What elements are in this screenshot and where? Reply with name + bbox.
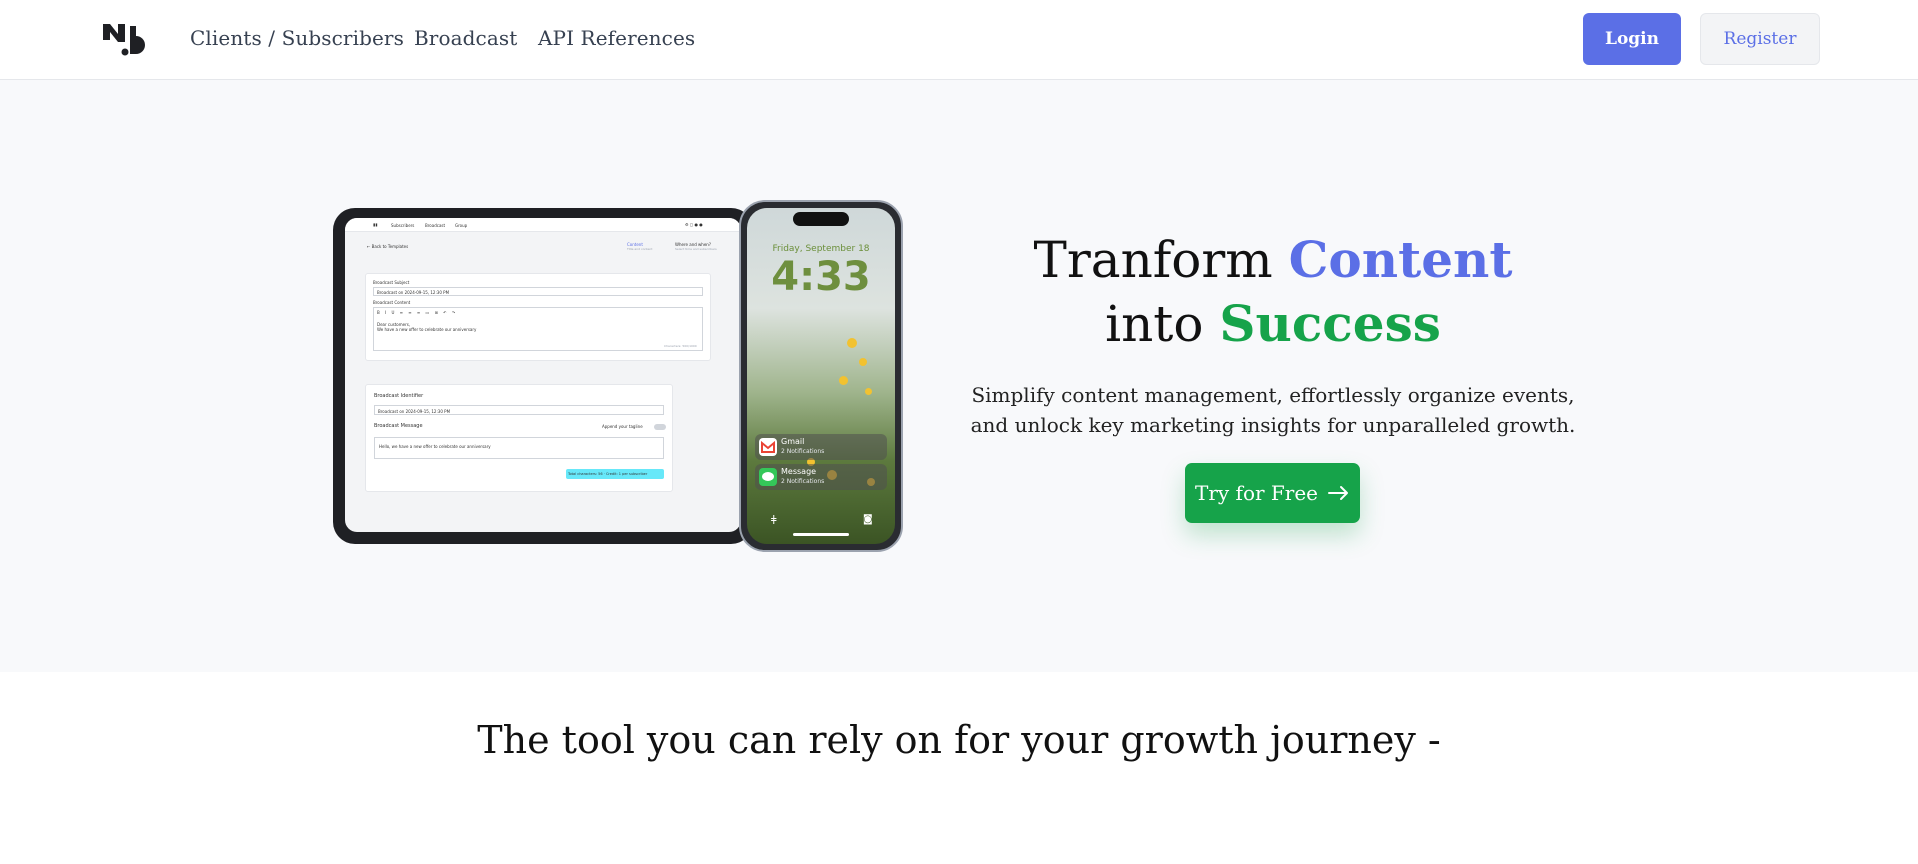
phone-time: 4:33 xyxy=(771,254,871,300)
phone-mockup: Friday, September 18 4:33 Gmail 2 Notifi… xyxy=(739,200,903,552)
tablet-field2-label: Broadcast Content xyxy=(373,300,411,305)
tablet-nav-broadcast: Broadcast xyxy=(425,223,446,228)
phone-date: Friday, September 18 xyxy=(772,244,870,254)
login-button[interactable]: Login xyxy=(1583,13,1681,65)
tablet-editor-text2: We have a new offer to celebrate our ann… xyxy=(377,327,477,332)
tablet-editor-counter: Characters: 500/1000 xyxy=(664,344,697,348)
gmail-icon xyxy=(759,438,777,456)
section-tagline: The tool you can rely on for your growth… xyxy=(477,718,1441,762)
hero-subtext: Simplify content management, effortlessl… xyxy=(958,380,1588,440)
nav-clients-subscribers[interactable]: Clients / Subscribers xyxy=(190,26,404,50)
tablet-toggle xyxy=(654,424,666,430)
camera-icon: ◙ xyxy=(863,514,873,525)
tablet-broadcast-card: Broadcast Identifier Broadcast on 2024-0… xyxy=(365,384,673,492)
try-for-free-button[interactable]: Try for Free xyxy=(1185,463,1360,523)
site-header: Clients / Subscribers Broadcast API Refe… xyxy=(0,0,1918,80)
tablet-toolbar-icons: ⚙ ◻ ● ● xyxy=(685,222,703,227)
subtext-line1: Simplify content management, effortlessl… xyxy=(971,383,1575,407)
tablet-screen: ▮▮ Subscribers Broadcast Group ⚙ ◻ ● ● ←… xyxy=(345,218,741,532)
tablet-card2-msg-label: Broadcast Message xyxy=(374,423,423,429)
flower-decoration xyxy=(865,388,872,395)
tablet-card2-toggle-label: Append your tagline xyxy=(602,424,643,429)
flashlight-icon: ǂ xyxy=(771,513,777,527)
register-button[interactable]: Register xyxy=(1700,13,1820,65)
tablet-field1: Broadcast on 2024-09-15, 12:30 PM xyxy=(373,287,703,296)
headline-part1: Tranform xyxy=(1033,231,1289,289)
tablet-card2-value: Broadcast on 2024-09-15, 12:30 PM xyxy=(378,409,451,414)
notification-title: Gmail xyxy=(781,437,805,446)
nav-api-references[interactable]: API References xyxy=(538,26,695,50)
nav-broadcast[interactable]: Broadcast xyxy=(414,26,517,50)
tablet-nav-group: Group xyxy=(455,223,468,228)
tablet-card2-field: Broadcast on 2024-09-15, 12:30 PM xyxy=(374,405,664,415)
tablet-step2-sub: Select time and subscribers xyxy=(675,247,717,251)
phone-notification-gmail: Gmail 2 Notifications xyxy=(755,434,887,460)
tablet-nav-subscribers: Subscribers xyxy=(391,223,415,228)
tablet-field1-value: Broadcast on 2024-09-15, 12:30 PM xyxy=(377,290,450,295)
tablet-back-link: ← Back to Templates xyxy=(367,244,409,249)
flower-decoration xyxy=(859,358,867,366)
tablet-navbar: ▮▮ Subscribers Broadcast Group ⚙ ◻ ● ● xyxy=(345,218,741,232)
hero-headline: Tranform Content into Success xyxy=(958,228,1588,356)
tablet-mockup: ▮▮ Subscribers Broadcast Group ⚙ ◻ ● ● ←… xyxy=(333,208,753,544)
tablet-editor: B I U ≡ ≡ ≡ ▭ ⊞ ↶ ↷ Dear customers, We h… xyxy=(373,307,703,351)
phone-screen: Friday, September 18 4:33 Gmail 2 Notifi… xyxy=(747,208,895,544)
tablet-card2-msg: Hello, we have a new offer to celebrate … xyxy=(379,444,491,449)
flower-decoration xyxy=(839,376,848,385)
tablet-card2-message: Hello, we have a new offer to celebrate … xyxy=(374,437,664,459)
home-indicator xyxy=(793,533,849,536)
message-icon xyxy=(759,468,777,486)
notification-sub: 2 Notifications xyxy=(781,448,825,455)
flower-decoration xyxy=(847,338,857,348)
arrow-right-icon xyxy=(1328,486,1349,500)
tablet-step1-sub: Title and content xyxy=(627,247,653,251)
headline-content-word: Content xyxy=(1288,230,1513,289)
try-for-free-label: Try for Free xyxy=(1194,481,1319,505)
tablet-logo-icon: ▮▮ xyxy=(373,222,378,227)
headline-success-word: Success xyxy=(1219,294,1441,353)
tablet-editor-toolbar: B I U ≡ ≡ ≡ ▭ ⊞ ↶ ↷ xyxy=(377,310,458,315)
tablet-card2-title: Broadcast Identifier xyxy=(374,393,424,399)
tablet-content-card: Broadcast Subject Broadcast on 2024-09-1… xyxy=(365,273,711,361)
logo-icon[interactable] xyxy=(101,22,149,56)
subtext-line2: and unlock key marketing insights for un… xyxy=(970,413,1576,437)
notification-sub: 2 Notifications xyxy=(781,478,825,485)
phone-notch xyxy=(793,212,849,226)
hero-section xyxy=(0,80,1918,672)
notification-title: Message xyxy=(781,467,817,476)
phone-notification-message: Message 2 Notifications xyxy=(755,464,887,490)
headline-part2: into xyxy=(1105,295,1220,353)
tablet-card2-badge: Total characters: 56 · Credit: 1 per sub… xyxy=(568,472,648,476)
tablet-field1-label: Broadcast Subject xyxy=(373,280,410,285)
